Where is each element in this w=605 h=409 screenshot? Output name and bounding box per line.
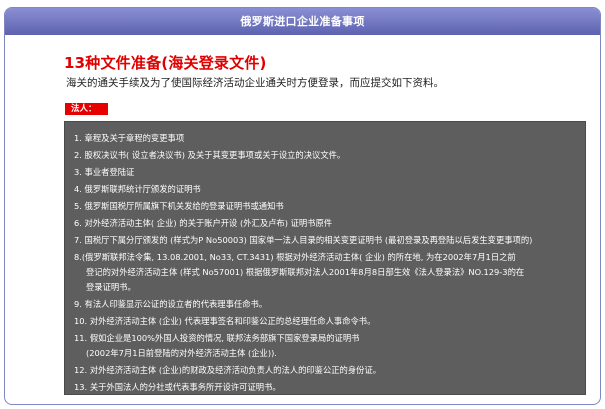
list-item: 7. 国税厅下属分厅颁发的 (样式为P No50003) 国家单一法人目录的相关…	[74, 234, 577, 248]
list-item: 4. 俄罗斯联邦统计厅颁发的证明书	[74, 183, 577, 197]
legal-entity-badge: 法人：	[65, 103, 108, 115]
section-subtitle: 海关的通关手续及为了使国际经济活动企业通关时方便登录，而应提交如下资料。	[66, 77, 444, 89]
list-item-text: 8.(俄罗斯联邦法令集, 13.08.2001, No33, CT.3431) …	[74, 251, 516, 262]
list-item: 5. 俄罗斯国税厅所属旗下机关发给的登录证明书或通知书	[74, 200, 577, 214]
list-item: 3. 事业者登陆证	[74, 166, 577, 180]
list-item: 2. 股权决议书( 设立者决议书) 及关于其变更事项或关于设立的决议文件。	[74, 149, 577, 163]
list-item-continuation: (2002年7月1日前登陆的对外经济活动主体 (企业)).	[86, 348, 277, 359]
list-item-text: 2. 股权决议书( 设立者决议书) 及关于其变更事项或关于设立的决议文件。	[74, 149, 346, 160]
list-item-text: 7. 国税厅下属分厅颁发的 (样式为P No50003) 国家单一法人目录的相关…	[74, 234, 533, 245]
list-item-text: 5. 俄罗斯国税厅所属旗下机关发给的登录证明书或通知书	[74, 200, 284, 211]
list-item-text: 9. 有法人印鉴显示公证的设立者的代表理事任命书。	[74, 299, 268, 310]
section-title: 13种文件准备(海关登录文件)	[64, 54, 267, 72]
list-item-text: 10. 对外经济活动主体 (企业) 代表理事签名和印鉴公正的总经理任命人事命令书…	[74, 316, 376, 327]
list-item-text: 11. 假如企业是100%外国人投资的情况, 联邦法务部旗下国家登录局的证明书	[74, 333, 360, 344]
list-item-continuation: 登记的对外经济活动主体 (样式 No57001) 根据俄罗斯联邦对法人2001年…	[86, 267, 525, 278]
panel-header: 俄罗斯进口企业准备事项	[5, 8, 600, 35]
list-item: 9. 有法人印鉴显示公证的设立者的代表理事任命书。	[74, 298, 577, 312]
list-item-text: 13. 关于外国法人的分社或代表事务所开设许可证明书。	[74, 382, 281, 393]
document-list: 1. 章程及关于章程的变更事项 2. 股权决议书( 设立者决议书) 及关于其变更事…	[74, 132, 577, 395]
list-item: 13. 关于外国法人的分社或代表事务所开设许可证明书。	[74, 381, 577, 395]
list-item-text: 1. 章程及关于章程的变更事项	[74, 133, 185, 143]
page: 俄罗斯进口企业准备事项 13种文件准备(海关登录文件) 海关的通关手续及为了使国…	[0, 0, 605, 409]
list-item: 11. 假如企业是100%外国人投资的情况, 联邦法务部旗下国家登录局的证明书 (…	[74, 332, 577, 361]
list-item-text: 12. 对外经济活动主体 (企业)的财政及经济活动负责人的法人的印鉴公正的身份证…	[74, 365, 382, 376]
list-item: 6. 对外经济活动主体( 企业) 的关于账户开设 (外汇及卢布) 证明书原件	[74, 217, 577, 231]
list-item: 1. 章程及关于章程的变更事项	[74, 132, 577, 146]
list-item: 8.(俄罗斯联邦法令集, 13.08.2001, No33, CT.3431) …	[74, 251, 577, 295]
content-panel: 俄罗斯进口企业准备事项 13种文件准备(海关登录文件) 海关的通关手续及为了使国…	[4, 7, 601, 405]
list-item-text: 6. 对外经济活动主体( 企业) 的关于账户开设 (外汇及卢布) 证明书原件	[74, 217, 333, 228]
list-item-text: 3. 事业者登陆证	[74, 166, 135, 177]
list-item-continuation: 登录证明书。	[86, 282, 136, 293]
list-item: 10. 对外经济活动主体 (企业) 代表理事签名和印鉴公正的总经理任命人事命令书…	[74, 315, 577, 329]
document-list-panel: 1. 章程及关于章程的变更事项 2. 股权决议书( 设立者决议书) 及关于其变更事…	[64, 121, 586, 395]
list-item: 12. 对外经济活动主体 (企业)的财政及经济活动负责人的法人的印鉴公正的身份证…	[74, 364, 577, 378]
list-item-text: 4. 俄罗斯联邦统计厅颁发的证明书	[74, 183, 201, 194]
